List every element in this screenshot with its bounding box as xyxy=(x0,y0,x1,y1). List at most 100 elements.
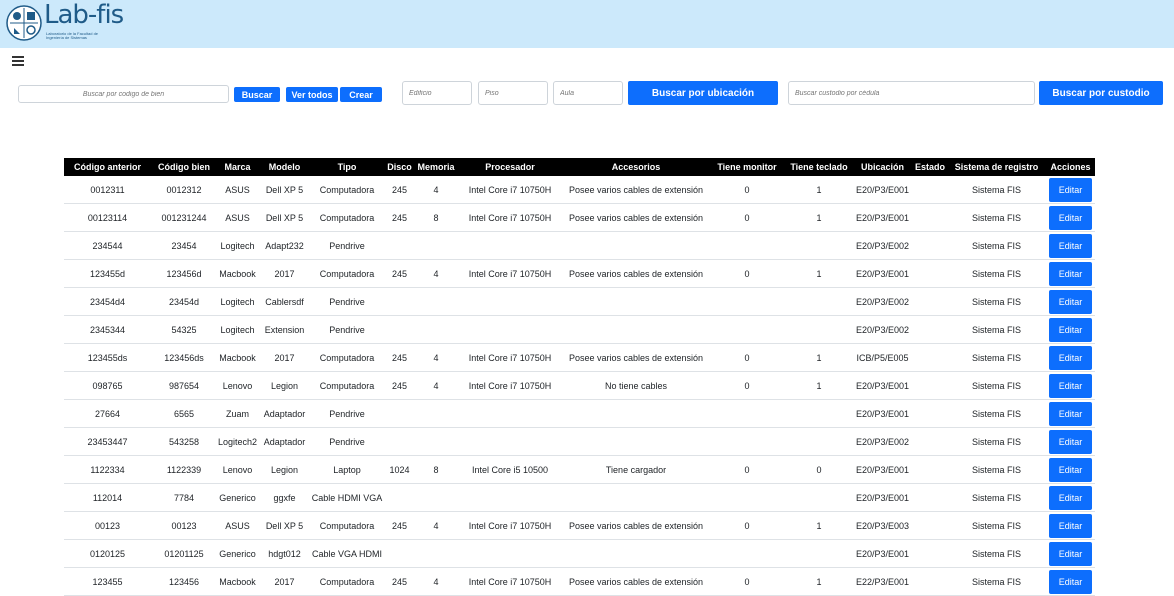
edit-button[interactable]: Editar xyxy=(1049,261,1092,286)
table-cell: Computadora xyxy=(311,371,383,400)
table-cell: E20/P3/E001 xyxy=(852,483,913,512)
table-cell: 00123 xyxy=(151,511,217,540)
table-cell: Pendrive xyxy=(311,427,383,456)
column-header: Código bien xyxy=(158,162,210,172)
table-cell: Macbook xyxy=(217,343,258,372)
search-button[interactable]: Buscar xyxy=(234,87,280,102)
table-cell xyxy=(786,287,852,316)
edit-button[interactable]: Editar xyxy=(1049,569,1092,594)
table-cell: Intel Core i7 10750H xyxy=(456,259,564,288)
table-cell: E20/P3/E002 xyxy=(852,427,913,456)
table-cell: Dell XP 5 xyxy=(258,203,311,232)
edit-button[interactable]: Editar xyxy=(1049,513,1092,538)
table-cell: 6565 xyxy=(151,399,217,428)
table-cell: 123456ds xyxy=(151,343,217,372)
room-input[interactable] xyxy=(553,81,623,105)
actions-cell: Editar xyxy=(1046,371,1095,400)
table-cell: Sistema FIS xyxy=(947,259,1046,288)
table-cell xyxy=(564,315,708,344)
table-cell xyxy=(564,399,708,428)
edit-button[interactable]: Editar xyxy=(1049,373,1092,398)
table-cell xyxy=(786,399,852,428)
table-cell: 245 xyxy=(383,203,416,232)
table-cell: 27664 xyxy=(64,399,151,428)
edit-button[interactable]: Editar xyxy=(1049,485,1092,510)
table-cell: 23453447 xyxy=(64,427,151,456)
edit-button[interactable]: Editar xyxy=(1049,541,1092,566)
table-cell: Sistema FIS xyxy=(947,371,1046,400)
table-cell: 1122334 xyxy=(64,455,151,484)
column-header: Sistema de registro xyxy=(954,162,1039,172)
table-cell: 1 xyxy=(786,343,852,372)
table-cell: ASUS xyxy=(217,203,258,232)
actions-cell: Editar xyxy=(1046,203,1095,232)
table-cell: Sistema FIS xyxy=(947,511,1046,540)
table-cell xyxy=(913,231,947,260)
table-cell: Generico xyxy=(217,483,258,512)
table-cell: Pendrive xyxy=(311,287,383,316)
column-header: Estado xyxy=(914,162,945,172)
table-cell: Sistema FIS xyxy=(947,399,1046,428)
table-cell: Logitech xyxy=(217,315,258,344)
table-cell: Logitech xyxy=(217,287,258,316)
table-cell xyxy=(456,287,564,316)
table-cell xyxy=(913,176,947,204)
table-cell: 543258 xyxy=(151,427,217,456)
table-cell xyxy=(456,315,564,344)
edit-button[interactable]: Editar xyxy=(1049,205,1092,230)
table-cell: Sistema FIS xyxy=(947,287,1046,316)
table-cell: Sistema FIS xyxy=(947,539,1046,568)
table-cell: No tiene cables xyxy=(564,371,708,400)
table-cell: Cable HDMI VGA xyxy=(311,483,383,512)
location-search-button[interactable]: Buscar por ubicación xyxy=(628,81,778,105)
table-cell: 01201125 xyxy=(151,539,217,568)
table-cell: 234544 xyxy=(64,231,151,260)
edit-button[interactable]: Editar xyxy=(1049,289,1092,314)
table-cell xyxy=(913,203,947,232)
table-cell: Logitech2 xyxy=(217,427,258,456)
column-header: Procesador xyxy=(485,162,535,172)
table-row: 0120125 01201125 Generico hdgt012 Cable VGA … xyxy=(64,539,1095,568)
table-cell xyxy=(913,511,947,540)
table-cell xyxy=(383,427,416,456)
building-input[interactable] xyxy=(402,81,472,105)
edit-button[interactable]: Editar xyxy=(1049,317,1092,342)
table-row: 23453447 543258 Logitech2 Adaptador Pendrive… xyxy=(64,427,1095,456)
custodian-search-input[interactable] xyxy=(788,81,1035,105)
table-cell: 2017 xyxy=(258,259,311,288)
hamburger-icon[interactable] xyxy=(12,56,24,66)
table-cell: Sistema FIS xyxy=(947,203,1046,232)
table-cell xyxy=(456,399,564,428)
edit-button[interactable]: Editar xyxy=(1049,345,1092,370)
table-cell: 0 xyxy=(708,176,786,204)
table-cell: Cablersdf xyxy=(258,287,311,316)
table-cell: 0120125 xyxy=(64,539,151,568)
create-button[interactable]: Crear xyxy=(340,87,382,102)
edit-button[interactable]: Editar xyxy=(1049,401,1092,426)
table-cell: E20/P3/E002 xyxy=(852,231,913,260)
table-cell: 4 xyxy=(416,371,456,400)
table-cell: 0 xyxy=(786,455,852,484)
floor-input[interactable] xyxy=(478,81,548,105)
table-cell: 4 xyxy=(416,176,456,204)
table-cell xyxy=(708,287,786,316)
table-cell: Dell XP 5 xyxy=(258,176,311,204)
table-row: 234544 23454 Logitech Adapt232 Pendrive E20/P… xyxy=(64,231,1095,260)
edit-button[interactable]: Editar xyxy=(1049,457,1092,482)
table-cell xyxy=(383,539,416,568)
edit-button[interactable]: Editar xyxy=(1049,177,1092,202)
table-cell: Pendrive xyxy=(311,315,383,344)
table-cell: Sistema FIS xyxy=(947,315,1046,344)
inventory-table: Código anterior Código bien Marca Modelo Tip… xyxy=(64,158,1095,596)
table-cell xyxy=(913,343,947,372)
custodian-search-button[interactable]: Buscar por custodio xyxy=(1039,81,1163,105)
table-cell: Cable VGA HDMI xyxy=(311,539,383,568)
edit-button[interactable]: Editar xyxy=(1049,429,1092,454)
table-cell: Generico xyxy=(217,539,258,568)
column-header: Tiene monitor xyxy=(717,162,777,172)
code-search-input[interactable] xyxy=(18,85,229,103)
column-header: Tiene teclado xyxy=(790,162,848,172)
view-all-button[interactable]: Ver todos xyxy=(286,87,338,102)
edit-button[interactable]: Editar xyxy=(1049,233,1092,258)
actions-cell: Editar xyxy=(1046,483,1095,512)
